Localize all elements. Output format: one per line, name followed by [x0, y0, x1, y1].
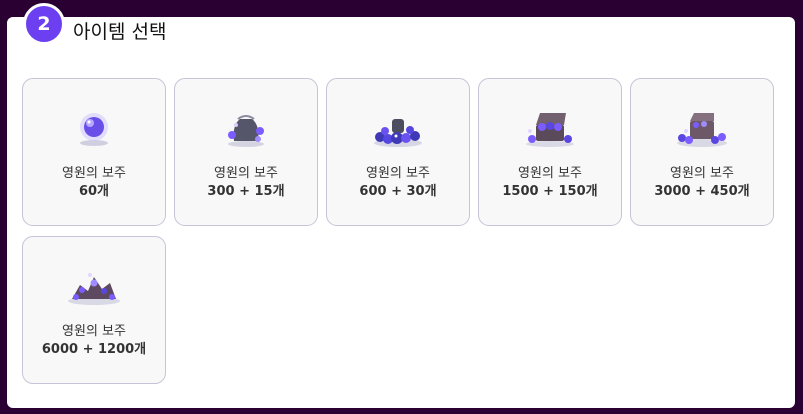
item-card-60[interactable]: 영원의 보주 60개 [22, 78, 166, 226]
item-name: 영원의 보주 [518, 166, 582, 181]
item-quantity: 60개 [78, 184, 110, 199]
orb-pouch-icon [228, 115, 264, 147]
item-card-6000[interactable]: 영원의 보주 6000 + 1200개 [22, 236, 166, 384]
treasure-chest-large-icon [677, 113, 727, 147]
treasure-chest-icon [526, 113, 574, 147]
item-name: 영원의 보주 [366, 166, 430, 181]
item-quantity: 6000 + 1200개 [41, 342, 147, 357]
item-card-600[interactable]: 영원의 보주 600 + 30개 [326, 78, 470, 226]
item-quantity: 600 + 30개 [359, 184, 437, 199]
step-number-badge: 2 [23, 3, 65, 45]
item-name: 영원의 보주 [214, 166, 278, 181]
item-name: 영원의 보주 [62, 324, 126, 339]
item-card-300[interactable]: 영원의 보주 300 + 15개 [174, 78, 318, 226]
item-name: 영원의 보주 [62, 166, 126, 181]
single-orb-icon [80, 113, 108, 146]
item-quantity: 1500 + 150개 [502, 184, 598, 199]
item-grid: 영원의 보주 60개 영원의 보주 300 + 15개 영원의 보주 600 +… [22, 78, 782, 384]
item-quantity: 300 + 15개 [207, 184, 285, 199]
item-card-1500[interactable]: 영원의 보주 1500 + 150개 [478, 78, 622, 226]
orb-pile-icon [374, 119, 422, 147]
orb-hoard-icon [68, 273, 120, 305]
item-card-3000[interactable]: 영원의 보주 3000 + 450개 [630, 78, 774, 226]
item-name: 영원의 보주 [670, 166, 734, 181]
section-title: 아이템 선택 [73, 21, 167, 43]
item-quantity: 3000 + 450개 [654, 184, 750, 199]
